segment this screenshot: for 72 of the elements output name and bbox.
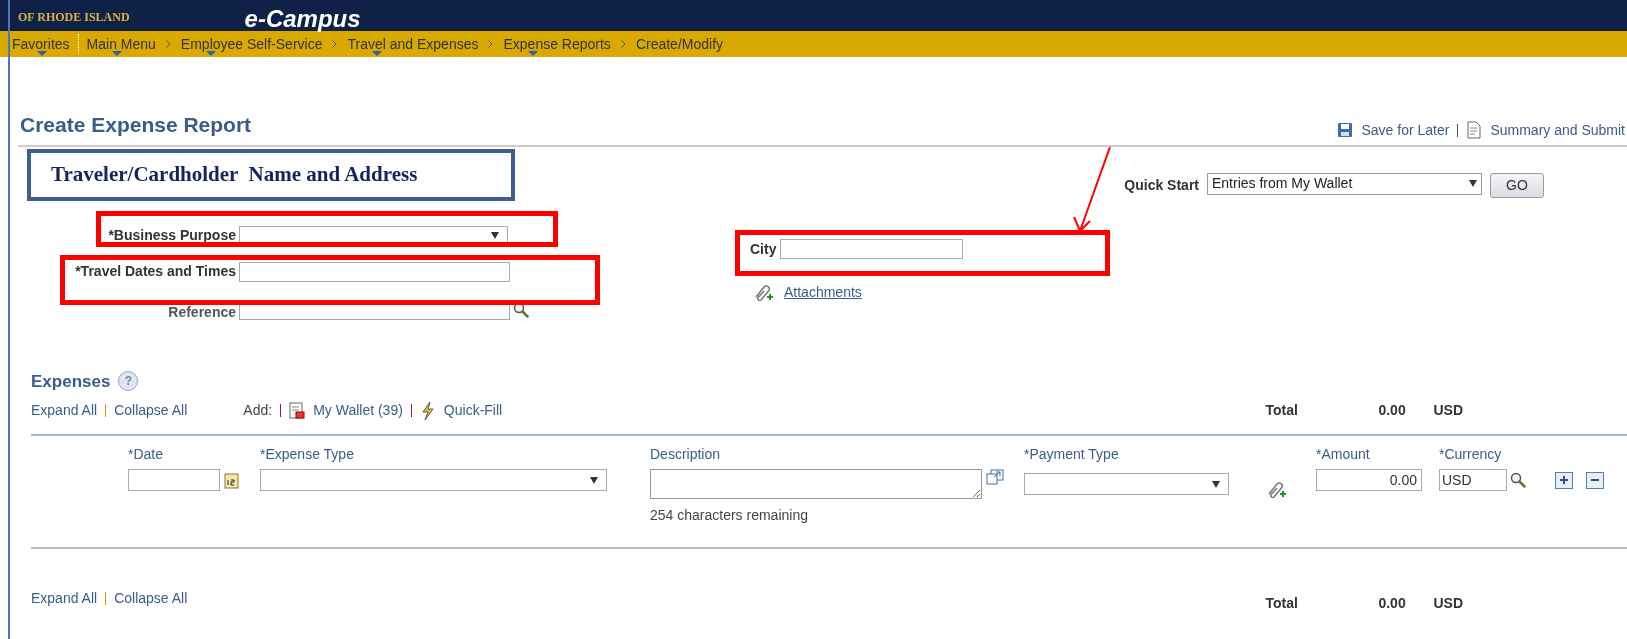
- go-button[interactable]: GO: [1490, 172, 1544, 198]
- expand-all-link[interactable]: Expand All: [31, 400, 98, 421]
- column-label: Description: [650, 445, 722, 464]
- quick-fill-link[interactable]: Quick-Fill: [443, 400, 503, 421]
- my-wallet-link[interactable]: My Wallet (39): [313, 400, 403, 421]
- total-amount: 0.00: [1378, 401, 1407, 420]
- travel-dates-label: *Travel Dates and Times: [74, 262, 236, 281]
- quick-start-dropdown[interactable]: Entries from My Wallet: [1207, 172, 1482, 195]
- dropdown-marker-icon: [111, 50, 122, 56]
- expense-type-dropdown[interactable]: [260, 469, 607, 491]
- chevron-icon: [332, 40, 338, 48]
- currency-field[interactable]: USD: [1439, 469, 1507, 491]
- summary-and-submit-link[interactable]: Summary and Submit: [1490, 119, 1625, 141]
- column-label: *Currency: [1439, 445, 1503, 464]
- dropdown-marker-icon: [528, 50, 539, 56]
- breadcrumb-link[interactable]: Favorites: [12, 33, 70, 55]
- chevron-icon: [488, 40, 494, 48]
- attachments-link[interactable]: Attachments: [784, 281, 862, 303]
- chevron-icon: [620, 40, 626, 48]
- reference-label: Reference: [167, 303, 236, 322]
- column-label: *Payment Type: [1024, 445, 1120, 464]
- dropdown-marker-icon: [37, 50, 47, 56]
- product-logo: e-Campus: [244, 7, 361, 31]
- total-label: Total: [1265, 594, 1299, 613]
- column-label: *Expense Type: [260, 445, 355, 464]
- dropdown-marker-icon: [205, 50, 216, 56]
- document-icon[interactable]: [1466, 121, 1483, 139]
- collapse-all-link[interactable]: Collapse All: [114, 400, 188, 421]
- total-label: Total: [1265, 401, 1299, 420]
- city-label: City: [750, 239, 777, 259]
- quick-start-label: Quick Start: [1124, 175, 1199, 195]
- total-currency: USD: [1433, 594, 1463, 613]
- date-field[interactable]: [128, 469, 220, 491]
- total-currency: USD: [1433, 401, 1463, 420]
- university-name: OF RHODE ISLAND: [18, 9, 130, 26]
- column-label: *Date: [128, 445, 165, 464]
- save-for-later-link[interactable]: Save for Later: [1361, 119, 1450, 141]
- breadcrumb-link[interactable]: Create/Modify: [635, 33, 724, 55]
- breadcrumb-link[interactable]: Expense Reports: [503, 33, 611, 55]
- callout-box: Traveler/Cardholder Name and Address: [27, 148, 515, 201]
- add-row-icon[interactable]: [1555, 471, 1573, 489]
- expand-window-icon[interactable]: [986, 469, 1004, 485]
- payment-type-dropdown[interactable]: [1024, 473, 1229, 495]
- expenses-heading: Expenses: [31, 370, 111, 393]
- description-field[interactable]: [650, 469, 982, 499]
- delete-row-icon[interactable]: [1586, 471, 1604, 489]
- breadcrumb-link[interactable]: Travel and Expenses: [347, 33, 479, 55]
- caret-icon: [1212, 480, 1220, 488]
- amount-field[interactable]: 0.00: [1316, 469, 1422, 491]
- caret-icon: [1469, 180, 1477, 187]
- paperclip-plus-icon[interactable]: [1265, 479, 1287, 499]
- travel-dates-field[interactable]: [239, 261, 510, 282]
- paperclip-plus-icon[interactable]: [752, 282, 774, 302]
- add-label: Add:: [243, 401, 273, 420]
- caret-icon: [491, 232, 499, 239]
- collapse-all-link[interactable]: Collapse All: [114, 588, 188, 609]
- page-title: Create Expense Report: [20, 112, 252, 138]
- business-purpose-label: *Business Purpose: [107, 226, 236, 245]
- total-amount: 0.00: [1378, 594, 1407, 613]
- caret-icon: [590, 476, 598, 484]
- wallet-icon[interactable]: [289, 401, 306, 420]
- characters-remaining-text: 254 characters remaining: [650, 506, 809, 525]
- breadcrumb-link[interactable]: Employee Self-Service: [180, 33, 323, 55]
- calendar-icon[interactable]: [224, 471, 239, 489]
- expand-all-link[interactable]: Expand All: [31, 588, 98, 609]
- search-icon[interactable]: [1510, 472, 1526, 488]
- breadcrumb-link[interactable]: Main Menu: [86, 33, 156, 55]
- city-field[interactable]: [780, 239, 964, 259]
- lightning-icon[interactable]: [419, 400, 436, 421]
- dropdown-marker-icon: [372, 50, 383, 56]
- column-label: *Amount: [1316, 445, 1371, 464]
- chevron-icon: [165, 40, 171, 48]
